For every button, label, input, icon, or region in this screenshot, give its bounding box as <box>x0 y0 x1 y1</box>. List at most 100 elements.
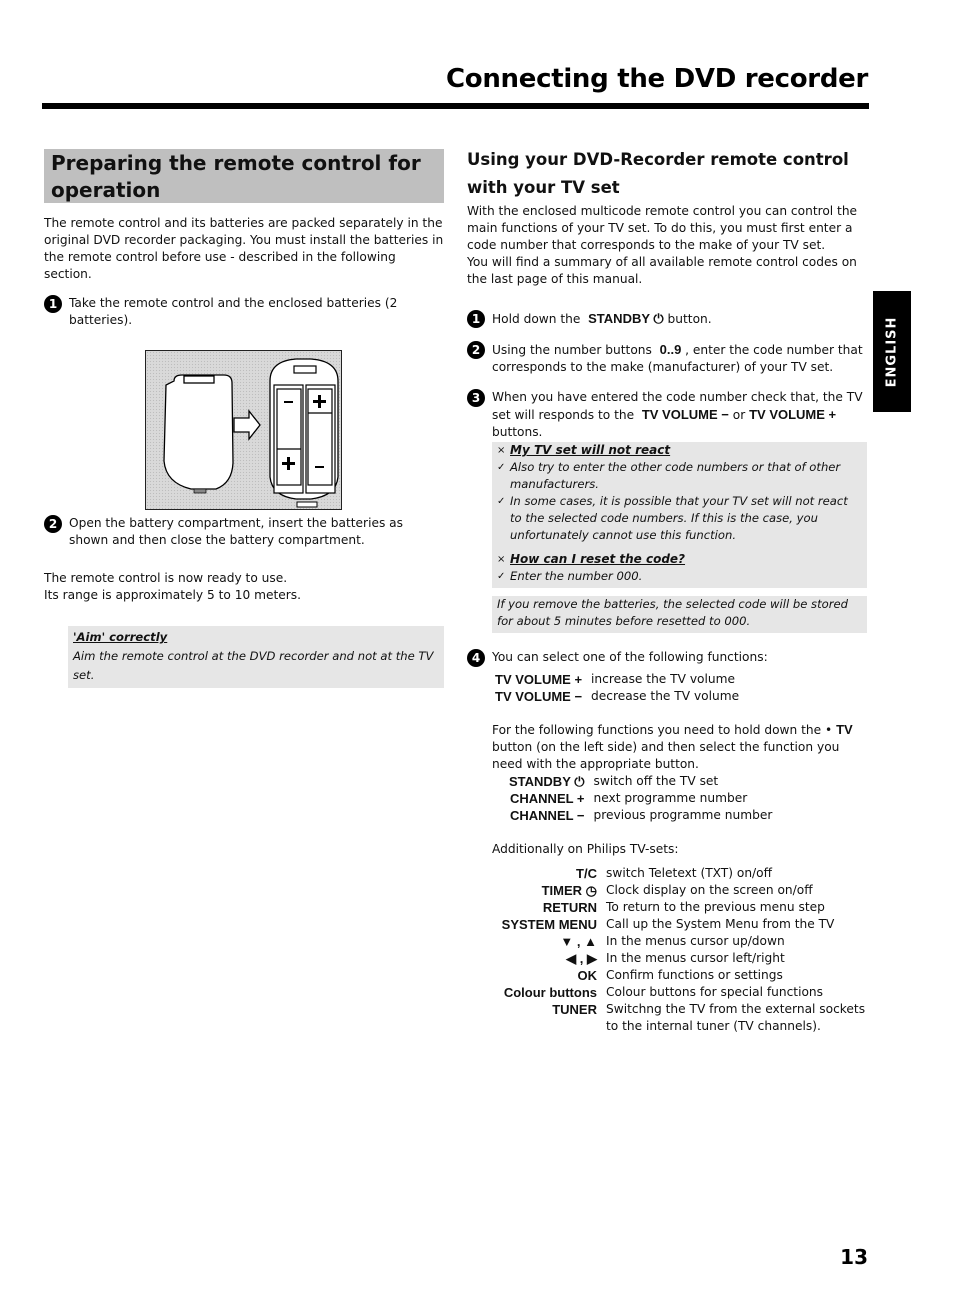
minus-icon <box>284 401 293 403</box>
function-desc: In the menus cursor up/down <box>606 934 785 948</box>
page-number: 13 <box>840 1245 868 1269</box>
ready-line-1: The remote control is now ready to use. <box>44 571 288 585</box>
table-row: TUNER Switchng the TV from the external s… <box>492 1001 867 1035</box>
step-number-badge: 2 <box>44 515 62 533</box>
standby-button-label: STANDBY ⏻ <box>588 311 664 326</box>
table-row: STANDBY ⏻ switch off the TV set <box>509 773 772 790</box>
check-icon: ✓ <box>497 496 506 507</box>
compartment-tab <box>296 501 318 508</box>
tv-volume-plus-label: TV VOLUME + <box>749 407 837 422</box>
check-icon: ✓ <box>497 571 506 582</box>
step-3: 3 When you have entered the code number … <box>467 389 869 441</box>
tip-question: × My TV set will not react <box>497 442 862 459</box>
ready-text: The remote control is now ready to use. … <box>44 570 444 604</box>
philips-function-table: T/C switch Teletext (TXT) on/off TIMER ◷ C… <box>492 865 867 1035</box>
step-number-badge: 2 <box>467 341 485 359</box>
number-buttons-label: 0..9 <box>659 342 682 357</box>
function-key: TV VOLUME + <box>495 672 583 687</box>
battery-compartment-illustration <box>163 358 339 508</box>
cross-icon: × <box>497 554 506 565</box>
step-text: You can select one of the following func… <box>492 650 768 664</box>
function-desc: In the menus cursor left/right <box>606 951 785 965</box>
cover-clip <box>183 375 215 384</box>
function-key: CHANNEL − <box>510 808 585 823</box>
tip-answer-text: Enter the number 000. <box>510 569 643 583</box>
step-text: buttons. <box>492 425 543 439</box>
cursor-up-down-icon: ▼ , ▲ <box>560 934 597 949</box>
intro-text-2: You will find a summary of all available… <box>467 255 857 286</box>
function-desc: decrease the TV volume <box>591 689 740 703</box>
tip-answer-text: Also try to enter the other code numbers… <box>510 460 841 491</box>
function-key: Colour buttons <box>503 985 597 1000</box>
page-title: Connecting the DVD recorder <box>445 64 868 94</box>
function-desc: previous programme number <box>593 808 773 822</box>
table-row: TIMER ◷ Clock display on the screen on/of… <box>492 882 867 899</box>
function-key: TIMER ◷ <box>541 883 597 898</box>
hold-text: For the following functions you need to … <box>492 723 833 737</box>
troubleshooting-box: × My TV set will not react ✓ Also try to… <box>492 442 867 588</box>
battery-cover <box>163 374 234 490</box>
step-2: 2 Open the battery compartment, insert t… <box>44 515 444 549</box>
tip-answer-text: In some cases, it is possible that your … <box>510 494 848 542</box>
volume-function-table: TV VOLUME + increase the TV volume TV VO… <box>495 671 739 705</box>
step-text: Using the number buttons <box>492 343 652 357</box>
tv-volume-minus-label: TV VOLUME − <box>641 407 729 422</box>
tip-question: × How can I reset the code? <box>497 551 862 568</box>
table-row: OK Confirm functions or settings <box>492 967 867 984</box>
table-row: T/C switch Teletext (TXT) on/off <box>492 865 867 882</box>
function-desc: next programme number <box>593 791 748 805</box>
step-number-badge: 1 <box>467 310 485 328</box>
check-icon: ✓ <box>497 462 506 473</box>
step-text: or <box>732 408 746 422</box>
step-1: 1 Hold down the STANDBY ⏻ button. <box>467 310 869 328</box>
aim-note-box: 'Aim' correctly Aim the remote control a… <box>68 626 444 688</box>
function-key: OK <box>577 968 598 983</box>
section-heading-box: Preparing the remote control for operati… <box>44 149 444 203</box>
function-desc: switch Teletext (TXT) on/off <box>606 866 773 880</box>
step-4: 4 You can select one of the following fu… <box>467 649 869 667</box>
table-row: ▼ , ▲ In the menus cursor up/down <box>492 933 867 950</box>
function-key: SYSTEM MENU <box>501 917 597 932</box>
table-row: SYSTEM MENU Call up the System Menu from … <box>492 916 867 933</box>
note-title: 'Aim' correctly <box>73 630 168 644</box>
subsection-heading: Using your DVD-Recorder remote control w… <box>467 146 869 202</box>
battery-info-box: If you remove the batteries, the selecte… <box>492 596 867 633</box>
function-desc: switch off the TV set <box>593 774 719 788</box>
language-tab-label: ENGLISH <box>884 316 900 387</box>
intro-paragraph: With the enclosed multicode remote contr… <box>467 203 869 288</box>
step-number-badge: 4 <box>467 649 485 667</box>
hold-text: button (on the left side) and then selec… <box>492 740 840 771</box>
hold-tv-instructions: For the following functions you need to … <box>492 721 869 773</box>
subsection-heading-line-2: with your TV set <box>467 178 620 197</box>
right-column: Using your DVD-Recorder remote control w… <box>467 146 869 1035</box>
step-text: Take the remote control and the enclosed… <box>69 296 398 327</box>
function-key: TUNER <box>552 1002 597 1017</box>
function-key: CHANNEL + <box>510 791 585 806</box>
tip-answer: ✓ Enter the number 000. <box>497 568 862 585</box>
battery-illustration <box>145 350 342 510</box>
tv-function-table: STANDBY ⏻ switch off the TV set CHANNEL … <box>509 773 772 824</box>
cross-icon: × <box>497 445 506 456</box>
minus-icon <box>315 466 324 468</box>
battery-left <box>276 388 302 486</box>
function-desc: Clock display on the screen on/off <box>606 883 813 897</box>
step-text: Hold down the <box>492 312 581 326</box>
tip-question-text: How can I reset the code? <box>510 552 686 566</box>
function-desc: Colour buttons for special functions <box>606 985 824 999</box>
left-column: Preparing the remote control for operati… <box>44 149 444 688</box>
table-row: TV VOLUME + increase the TV volume <box>495 671 739 688</box>
function-desc: Call up the System Menu from the TV <box>606 917 835 931</box>
table-row: Colour buttons Colour buttons for special… <box>492 984 867 1001</box>
note-text: Aim the remote control at the DVD record… <box>73 649 434 682</box>
step-number-badge: 1 <box>44 295 62 313</box>
function-key: STANDBY ⏻ <box>509 774 585 789</box>
cursor-left-right-icon: ◀ , ▶ <box>566 951 597 966</box>
function-key: T/C <box>576 866 597 881</box>
table-row: ◀ , ▶ In the menus cursor left/right <box>492 950 867 967</box>
step-2: 2 Using the number buttons 0..9 , enter … <box>467 341 869 376</box>
function-desc: increase the TV volume <box>591 672 735 686</box>
subsection-heading-line-1: Using your DVD-Recorder remote control <box>467 150 849 169</box>
tv-button-label: TV <box>836 722 853 737</box>
table-row: CHANNEL − previous programme number <box>509 807 772 824</box>
table-row: CHANNEL + next programme number <box>509 790 772 807</box>
